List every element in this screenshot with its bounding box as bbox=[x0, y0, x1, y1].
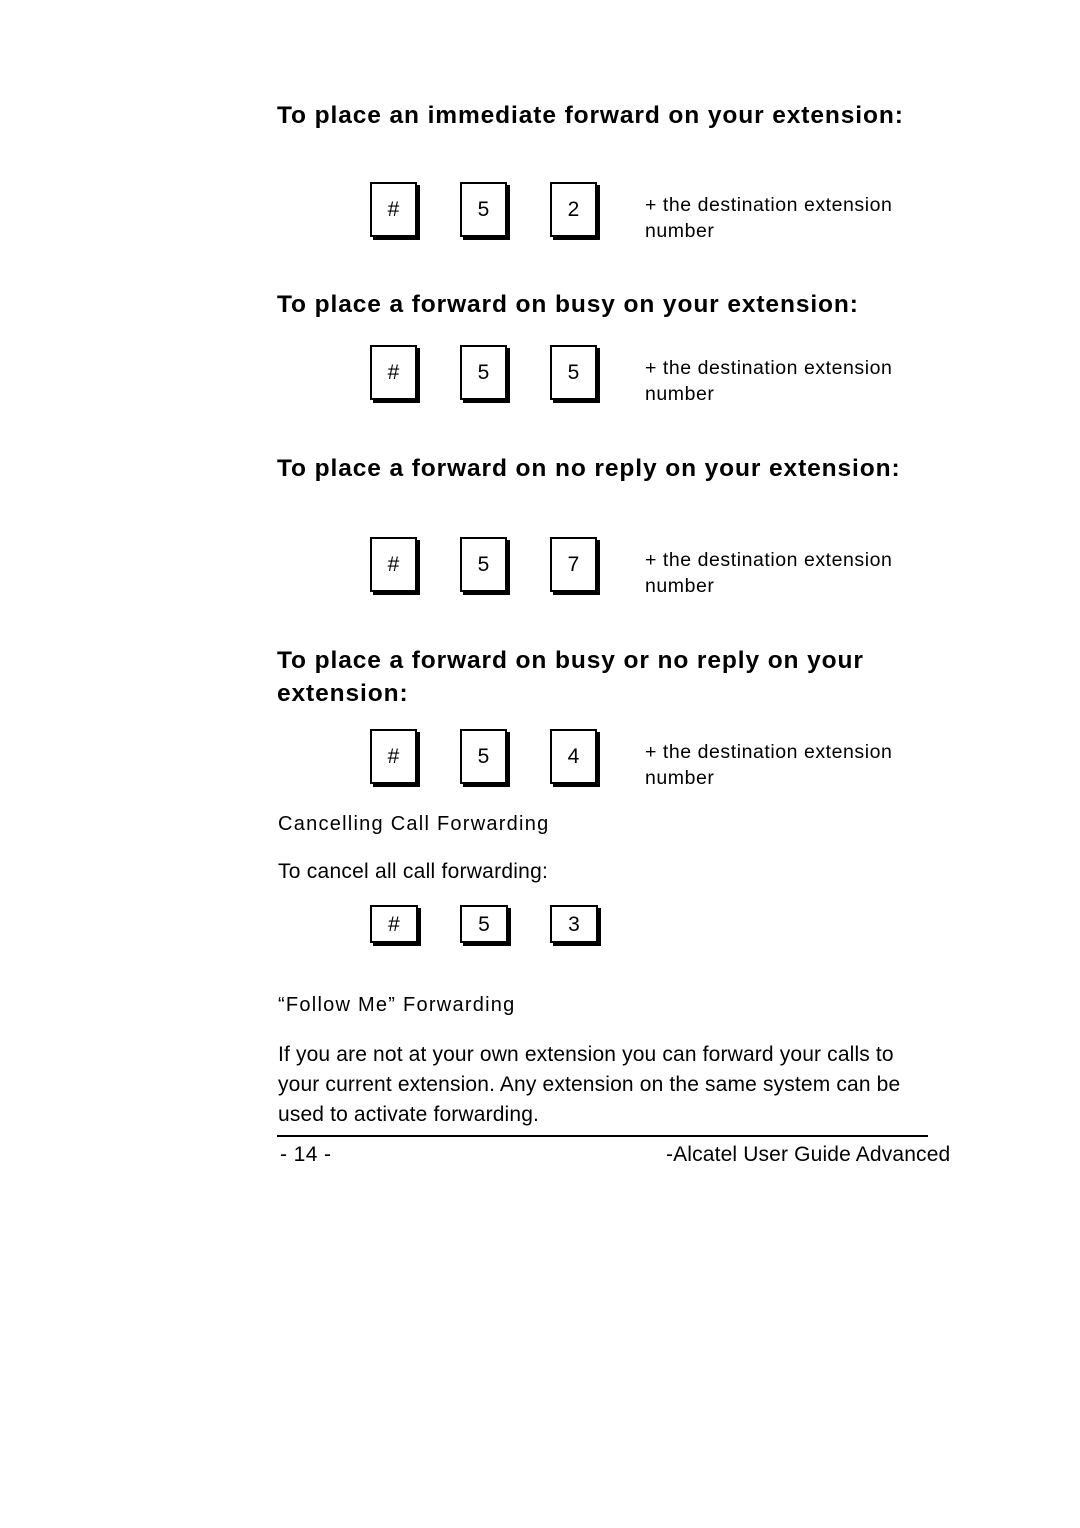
key-button[interactable]: 5 bbox=[460, 905, 508, 943]
section-heading-forward-on-busy-or-no-reply: To place a forward on busy or no reply o… bbox=[277, 647, 864, 707]
footer-page-number: - 14 - bbox=[280, 1143, 332, 1166]
follow-me-paragraph: If you are not at your own extension you… bbox=[278, 1043, 901, 1126]
key-sequence-immediate-forward: # 5 2 bbox=[370, 182, 640, 237]
footer-guide-title: -Alcatel User Guide Advanced bbox=[666, 1143, 951, 1166]
footer-row: - 14 - -Alcatel User Guide Advanced bbox=[277, 1143, 987, 1177]
key-button[interactable]: 5 bbox=[550, 345, 597, 400]
key-sequence-forward-on-busy-or-no-reply: # 5 4 bbox=[370, 729, 640, 784]
key-button[interactable]: 3 bbox=[550, 905, 598, 943]
document-page: To place an immediate forward on your ex… bbox=[277, 0, 987, 1528]
key-button[interactable]: # bbox=[370, 182, 417, 237]
key-button[interactable]: 4 bbox=[550, 729, 597, 784]
key-sequence-note: + the destination extension number bbox=[645, 194, 893, 242]
subheading-follow-me-forwarding: “Follow Me” Forwarding bbox=[278, 994, 516, 1016]
key-sequence-note: + the destination extension number bbox=[645, 741, 893, 789]
key-button[interactable]: 5 bbox=[460, 729, 507, 784]
key-group: # 5 5 bbox=[370, 345, 640, 400]
key-button[interactable]: 7 bbox=[550, 537, 597, 592]
page-footer: - 14 - -Alcatel User Guide Advanced bbox=[277, 1135, 987, 1177]
key-button[interactable]: 2 bbox=[550, 182, 597, 237]
cancel-instruction-text: To cancel all call forwarding: bbox=[278, 860, 549, 883]
section-heading-immediate-forward: To place an immediate forward on your ex… bbox=[277, 102, 904, 129]
key-sequence-note: + the destination extension number bbox=[645, 549, 893, 597]
key-button[interactable]: 5 bbox=[460, 182, 507, 237]
key-sequence-cancel-all-forwarding: # 5 3 bbox=[370, 905, 640, 943]
key-group: # 5 3 bbox=[370, 905, 640, 943]
footer-divider bbox=[277, 1135, 928, 1137]
key-button[interactable]: # bbox=[370, 729, 417, 784]
section-heading-forward-on-no-reply: To place a forward on no reply on your e… bbox=[277, 455, 901, 482]
key-group: # 5 2 bbox=[370, 182, 640, 237]
subheading-cancelling-call-forwarding: Cancelling Call Forwarding bbox=[278, 813, 550, 835]
key-button[interactable]: # bbox=[370, 905, 418, 943]
section-heading-forward-on-busy: To place a forward on busy on your exten… bbox=[277, 291, 859, 318]
key-sequence-note: + the destination extension number bbox=[645, 357, 893, 405]
key-sequence-forward-on-no-reply: # 5 7 bbox=[370, 537, 640, 592]
key-button[interactable]: 5 bbox=[460, 537, 507, 592]
key-sequence-forward-on-busy: # 5 5 bbox=[370, 345, 640, 400]
key-button[interactable]: 5 bbox=[460, 345, 507, 400]
key-button[interactable]: # bbox=[370, 345, 417, 400]
key-button[interactable]: # bbox=[370, 537, 417, 592]
key-group: # 5 7 bbox=[370, 537, 640, 592]
key-group: # 5 4 bbox=[370, 729, 640, 784]
